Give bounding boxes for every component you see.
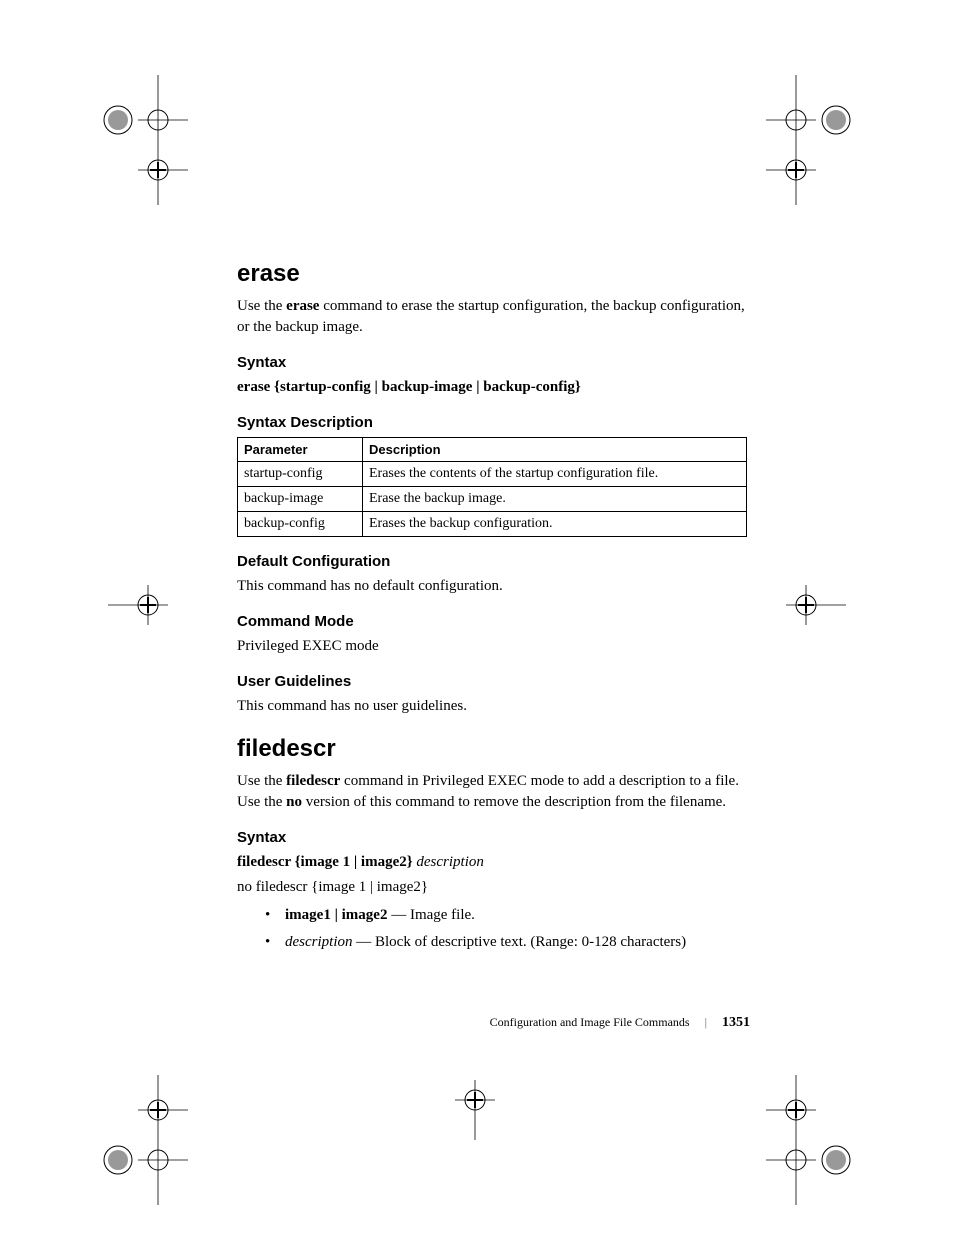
cell-desc: Erase the backup image. [363,487,747,512]
filedescr-no-syntax: no filedescr {image 1 | image2} [237,877,747,898]
cell-desc: Erases the contents of the startup confi… [363,462,747,487]
footer-section: Configuration and Image File Commands [490,1015,690,1029]
table-header-row: Parameter Description [238,438,747,462]
crop-mark-br [766,1075,856,1205]
syntax-description-table: Parameter Description startup-config Era… [237,437,747,537]
text: Use the [237,298,286,314]
crop-mark-mr [786,585,846,625]
text: — [353,934,376,950]
text: version of this command to remove the de… [302,794,726,810]
page-content: erase Use the erase command to erase the… [237,260,747,957]
subheading-syntax: Syntax [237,354,747,371]
list-item: image1 | image2 — Image file. [237,904,747,927]
text: Use the [237,773,286,789]
text: Block of descriptive text. (Range: 0-128… [375,934,686,950]
subheading-syntax: Syntax [237,829,747,846]
footer-separator: | [705,1015,707,1029]
heading-filedescr: filedescr [237,735,747,763]
default-config-text: This command has no default configuratio… [237,576,747,597]
text-bold: no [286,794,302,810]
filedescr-intro: Use the filedescr command in Privileged … [237,771,747,813]
table-row: startup-config Erases the contents of th… [238,462,747,487]
crop-mark-tr [766,75,856,205]
subheading-user-guidelines: User Guidelines [237,673,747,690]
table-row: backup-image Erase the backup image. [238,487,747,512]
crop-mark-bc [455,1080,495,1140]
crop-mark-tl [98,75,188,205]
cell-param: startup-config [238,462,363,487]
crop-mark-bl [98,1075,188,1205]
filedescr-param-list: image1 | image2 — Image file. descriptio… [237,904,747,953]
crop-mark-ml [108,585,168,625]
text-bold: image1 | image2 [285,907,387,923]
filedescr-syntax-line: filedescr {image 1 | image2} description [237,852,747,873]
th-parameter: Parameter [238,438,363,462]
table-row: backup-config Erases the backup configur… [238,512,747,537]
page-footer: Configuration and Image File Commands | … [490,1015,750,1031]
text-italic: description [285,934,353,950]
text: — [387,907,410,923]
text-bold: filedescr [286,773,340,789]
page-number: 1351 [722,1015,750,1030]
subheading-default-config: Default Configuration [237,553,747,570]
user-guidelines-text: This command has no user guidelines. [237,696,747,717]
heading-erase: erase [237,260,747,288]
text-bold: filedescr {image 1 | image2} [237,854,416,870]
subheading-command-mode: Command Mode [237,613,747,630]
list-item: description — Block of descriptive text.… [237,931,747,954]
cell-desc: Erases the backup configuration. [363,512,747,537]
erase-syntax-line: erase {startup-config | backup-image | b… [237,377,747,398]
cell-param: backup-config [238,512,363,537]
text-italic: description [416,854,484,870]
erase-intro: Use the erase command to erase the start… [237,296,747,338]
cell-param: backup-image [238,487,363,512]
text: Image file. [410,907,475,923]
th-description: Description [363,438,747,462]
subheading-syntax-description: Syntax Description [237,414,747,431]
text-bold: erase [286,298,319,314]
command-mode-text: Privileged EXEC mode [237,636,747,657]
